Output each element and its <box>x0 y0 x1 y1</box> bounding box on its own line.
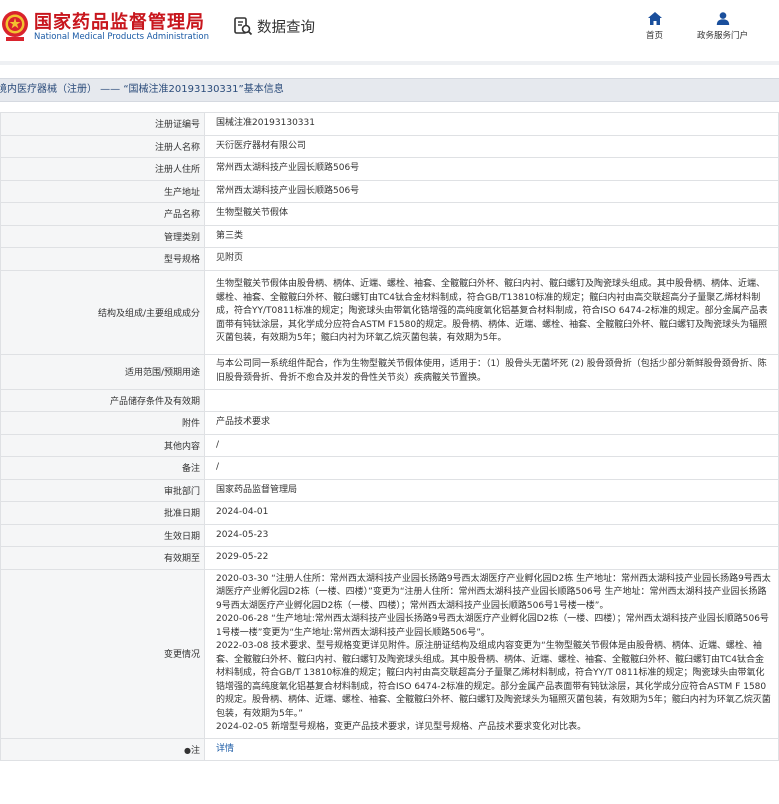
row-label: 生产地址 <box>0 179 205 203</box>
page-title-text: 境内医疗器械（注册） —— “国械注准20193130331”基本信息 <box>0 84 284 95</box>
table-row: ●注 详情 <box>0 737 779 761</box>
row-value: 国械注准20193130331 <box>204 112 779 136</box>
table-row: 适用范围/预期用途 与本公司同一系统组件配合，作为生物型髋关节假体使用，适用于：… <box>0 353 779 390</box>
site-name[interactable]: 国家药品监督管理局 <box>34 8 205 34</box>
table-row: 审批部门 国家药品监督管理局 <box>0 478 779 502</box>
table-row: 结构及组成/主要组成成分 生物型髋关节假体由股骨柄、柄体、近端、螺栓、袖套、全髋… <box>0 269 779 355</box>
user-icon <box>716 12 729 25</box>
row-value: 国家药品监督管理局 <box>204 478 779 502</box>
table-row: 其他内容 / <box>0 433 779 457</box>
row-label: 结构及组成/主要组成成分 <box>0 269 205 355</box>
row-label: 审批部门 <box>0 478 205 502</box>
row-value: 2024-05-23 <box>204 523 779 547</box>
row-value: 2024-04-01 <box>204 501 779 525</box>
row-label: 适用范围/预期用途 <box>0 353 205 390</box>
row-label: 产品储存条件及有效期 <box>0 388 205 412</box>
data-query-label: 数据查询 <box>257 19 315 36</box>
row-label: 注册人住所 <box>0 157 205 181</box>
row-value: 见附页 <box>204 247 779 271</box>
table-row: 生产地址 常州西太湖科技产业园长顺路506号 <box>0 179 779 203</box>
national-emblem-icon <box>2 11 28 41</box>
notes-label-cell: ●注 <box>0 737 205 761</box>
row-value: 天衍医疗器材有限公司 <box>204 134 779 158</box>
site-header: 国家药品监督管理局 National Medical Products Admi… <box>0 0 779 65</box>
row-label: 生效日期 <box>0 523 205 547</box>
device-info-table: 注册证编号 国械注准20193130331 注册人名称 天衍医疗器材有限公司 注… <box>0 112 779 761</box>
change-entry: 2020-06-28 “生产地址:常州西太湖科技产业园长扬路9号西太湖医疗产业孵… <box>216 614 769 638</box>
page-title: 境内医疗器械（注册） —— “国械注准20193130331”基本信息 <box>0 78 779 102</box>
row-label: 有效期至 <box>0 546 205 570</box>
row-label: 产品名称 <box>0 202 205 226</box>
table-row: 型号规格 见附页 <box>0 247 779 271</box>
row-value: 与本公司同一系统组件配合，作为生物型髋关节假体使用，适用于：（1）股骨头无菌坏死… <box>204 353 779 390</box>
change-entry: 2024-02-05 新增型号规格，变更产品技术要求，详见型号规格、产品技术要求… <box>216 722 587 732</box>
notes-label: 注 <box>190 745 200 756</box>
nav-home[interactable]: 首页 <box>646 12 663 41</box>
table-row: 生效日期 2024-05-23 <box>0 523 779 547</box>
change-entry: 2020-03-30 “注册人住所：常州西太湖科技产业园长扬路9号西太湖医疗产业… <box>216 573 771 611</box>
row-value: 产品技术要求 <box>204 411 779 435</box>
table-row: 管理类别 第三类 <box>0 224 779 248</box>
table-row: 产品储存条件及有效期 <box>0 388 779 412</box>
table-row: 注册人名称 天衍医疗器材有限公司 <box>0 134 779 158</box>
row-value: 第三类 <box>204 224 779 248</box>
nav-service-portal-label: 政务服务门户 <box>697 31 749 41</box>
row-label: 其他内容 <box>0 433 205 457</box>
row-value: 常州西太湖科技产业园长顺路506号 <box>204 157 779 181</box>
details-link[interactable]: 详情 <box>216 744 234 754</box>
notes-value-cell: 详情 <box>204 737 779 761</box>
row-label: 注册证编号 <box>0 112 205 136</box>
nav-service-portal[interactable]: 政务服务门户 <box>697 12 748 41</box>
home-icon <box>647 12 662 25</box>
table-row: 注册证编号 国械注准20193130331 <box>0 112 779 136</box>
table-row: 注册人住所 常州西太湖科技产业园长顺路506号 <box>0 157 779 181</box>
nav-home-label: 首页 <box>646 31 664 41</box>
data-query-link[interactable]: 数据查询 <box>233 15 315 37</box>
site-name-en: National Medical Products Administration <box>34 32 209 42</box>
row-value: 生物型髋关节假体 <box>204 202 779 226</box>
row-value <box>204 388 779 412</box>
change-history: 2020-03-30 “注册人住所：常州西太湖科技产业园长扬路9号西太湖医疗产业… <box>204 568 779 739</box>
table-row: 有效期至 2029-05-22 <box>0 546 779 570</box>
row-value: / <box>204 433 779 457</box>
row-label: 型号规格 <box>0 247 205 271</box>
table-row: 批准日期 2024-04-01 <box>0 501 779 525</box>
table-row: 备注 / <box>0 456 779 480</box>
row-label: 备注 <box>0 456 205 480</box>
row-label: 附件 <box>0 411 205 435</box>
row-label: 管理类别 <box>0 224 205 248</box>
row-label: 注册人名称 <box>0 134 205 158</box>
row-value: 生物型髋关节假体由股骨柄、柄体、近端、螺栓、袖套、全髋髋臼外杯、髋臼内衬、髋臼螺… <box>204 269 779 355</box>
change-entry: 2022-03-08 技术要求、型号规格变更详见附件。原注册证结构及组成内容变更… <box>216 641 771 719</box>
row-value: 2029-05-22 <box>204 546 779 570</box>
row-label: 批准日期 <box>0 501 205 525</box>
header-divider <box>0 61 779 65</box>
table-row: 产品名称 生物型髋关节假体 <box>0 202 779 226</box>
table-row: 附件 产品技术要求 <box>0 411 779 435</box>
row-label: 变更情况 <box>0 568 205 739</box>
row-value: 常州西太湖科技产业园长顺路506号 <box>204 179 779 203</box>
row-value: / <box>204 456 779 480</box>
table-row: 变更情况 2020-03-30 “注册人住所：常州西太湖科技产业园长扬路9号西太… <box>0 568 779 739</box>
data-search-icon <box>234 17 253 36</box>
pin-icon: ● <box>184 745 191 755</box>
